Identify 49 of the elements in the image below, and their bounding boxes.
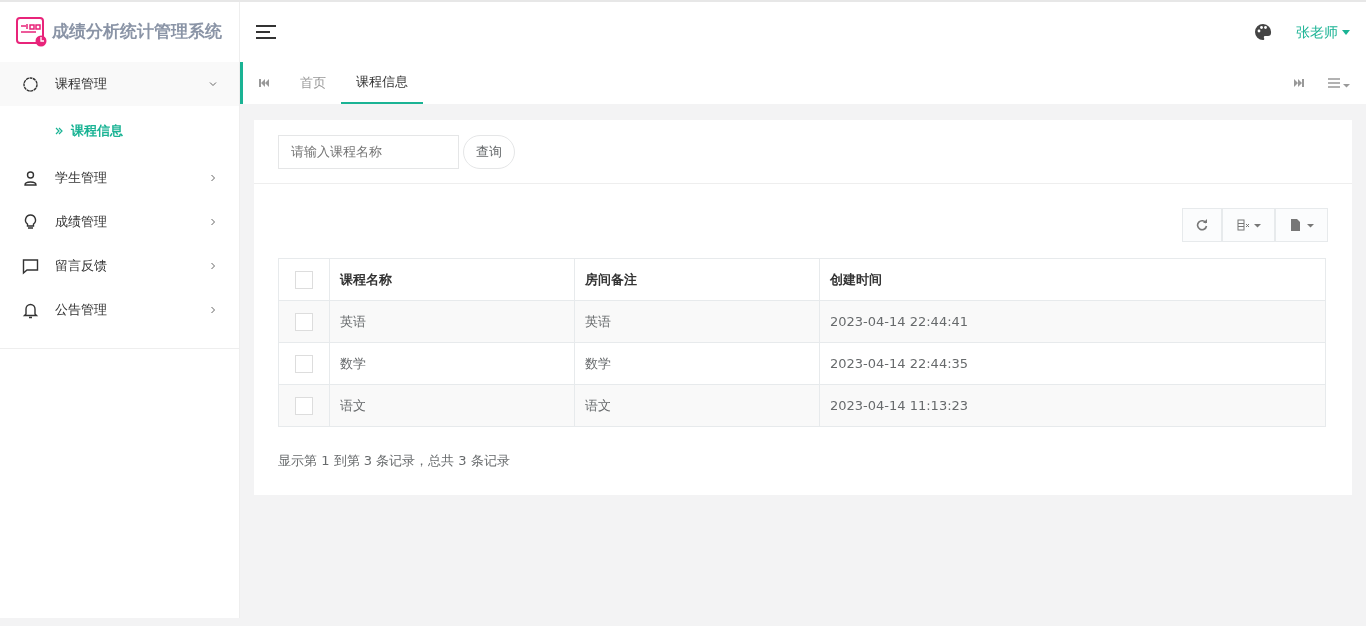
table-cell: 英语 — [574, 300, 820, 343]
table-cell: 数学 — [574, 342, 820, 385]
column-header[interactable]: 课程名称 — [329, 258, 575, 301]
menu-icon[interactable] — [256, 24, 276, 40]
column-header[interactable]: 房间备注 — [574, 258, 820, 301]
table-cell: 2023-04-14 22:44:35 — [819, 342, 1326, 385]
search-field[interactable]: 请输入课程名称 — [278, 134, 459, 169]
columns-icon — [1236, 219, 1261, 231]
logo-icon — [16, 17, 48, 47]
table-cell: 英语 — [329, 300, 575, 343]
chevron-icon — [209, 262, 217, 270]
checkbox[interactable] — [295, 397, 313, 416]
checkbox[interactable] — [295, 271, 313, 290]
sidebar-item[interactable]: 留言反馈 — [0, 244, 239, 288]
app-title: 成绩分析统计管理系统 — [52, 20, 222, 44]
double-chevron-icon — [55, 127, 63, 135]
refresh-button[interactable] — [1182, 208, 1222, 242]
chat-bubble-icon — [22, 257, 39, 275]
bell-icon — [22, 301, 39, 319]
table-cell: 语文 — [574, 384, 820, 427]
checkbox[interactable] — [295, 313, 313, 332]
chevron-icon — [209, 218, 217, 226]
person-icon — [22, 169, 39, 187]
skip-back-icon[interactable] — [259, 79, 269, 87]
refresh-icon — [1196, 219, 1208, 231]
sidebar-item[interactable]: 公告管理 — [0, 288, 239, 332]
chevron-icon — [209, 306, 217, 314]
chevron-icon — [209, 174, 217, 182]
export-button[interactable] — [1275, 208, 1328, 242]
table-cell: 数学 — [329, 342, 575, 385]
tab[interactable]: 课程信息 — [341, 62, 423, 104]
column-header[interactable]: 创建时间 — [819, 258, 1326, 301]
search-button[interactable]: 查询 — [463, 134, 515, 169]
caret-icon — [1342, 29, 1350, 35]
pagination-info: 显示第 1 到第 3 条记录，总共 3 条记录 — [278, 452, 511, 470]
sidebar-item[interactable]: 课程管理 — [0, 62, 239, 106]
sidebar-item[interactable]: 学生管理 — [0, 156, 239, 200]
checkbox[interactable] — [295, 355, 313, 374]
columns-button[interactable] — [1222, 208, 1275, 242]
palette-icon[interactable] — [1254, 23, 1272, 41]
lightbulb-icon — [22, 213, 39, 231]
file-icon — [1289, 219, 1314, 231]
table-cell: 2023-04-14 22:44:41 — [819, 300, 1326, 343]
sidebar-item[interactable]: 成绩管理 — [0, 200, 239, 244]
table-cell: 语文 — [329, 384, 575, 427]
skip-forward-icon[interactable] — [1294, 79, 1304, 87]
table-cell: 2023-04-14 11:13:23 — [819, 384, 1326, 427]
chevron-icon — [209, 80, 217, 88]
list-menu-icon[interactable] — [1328, 78, 1350, 88]
